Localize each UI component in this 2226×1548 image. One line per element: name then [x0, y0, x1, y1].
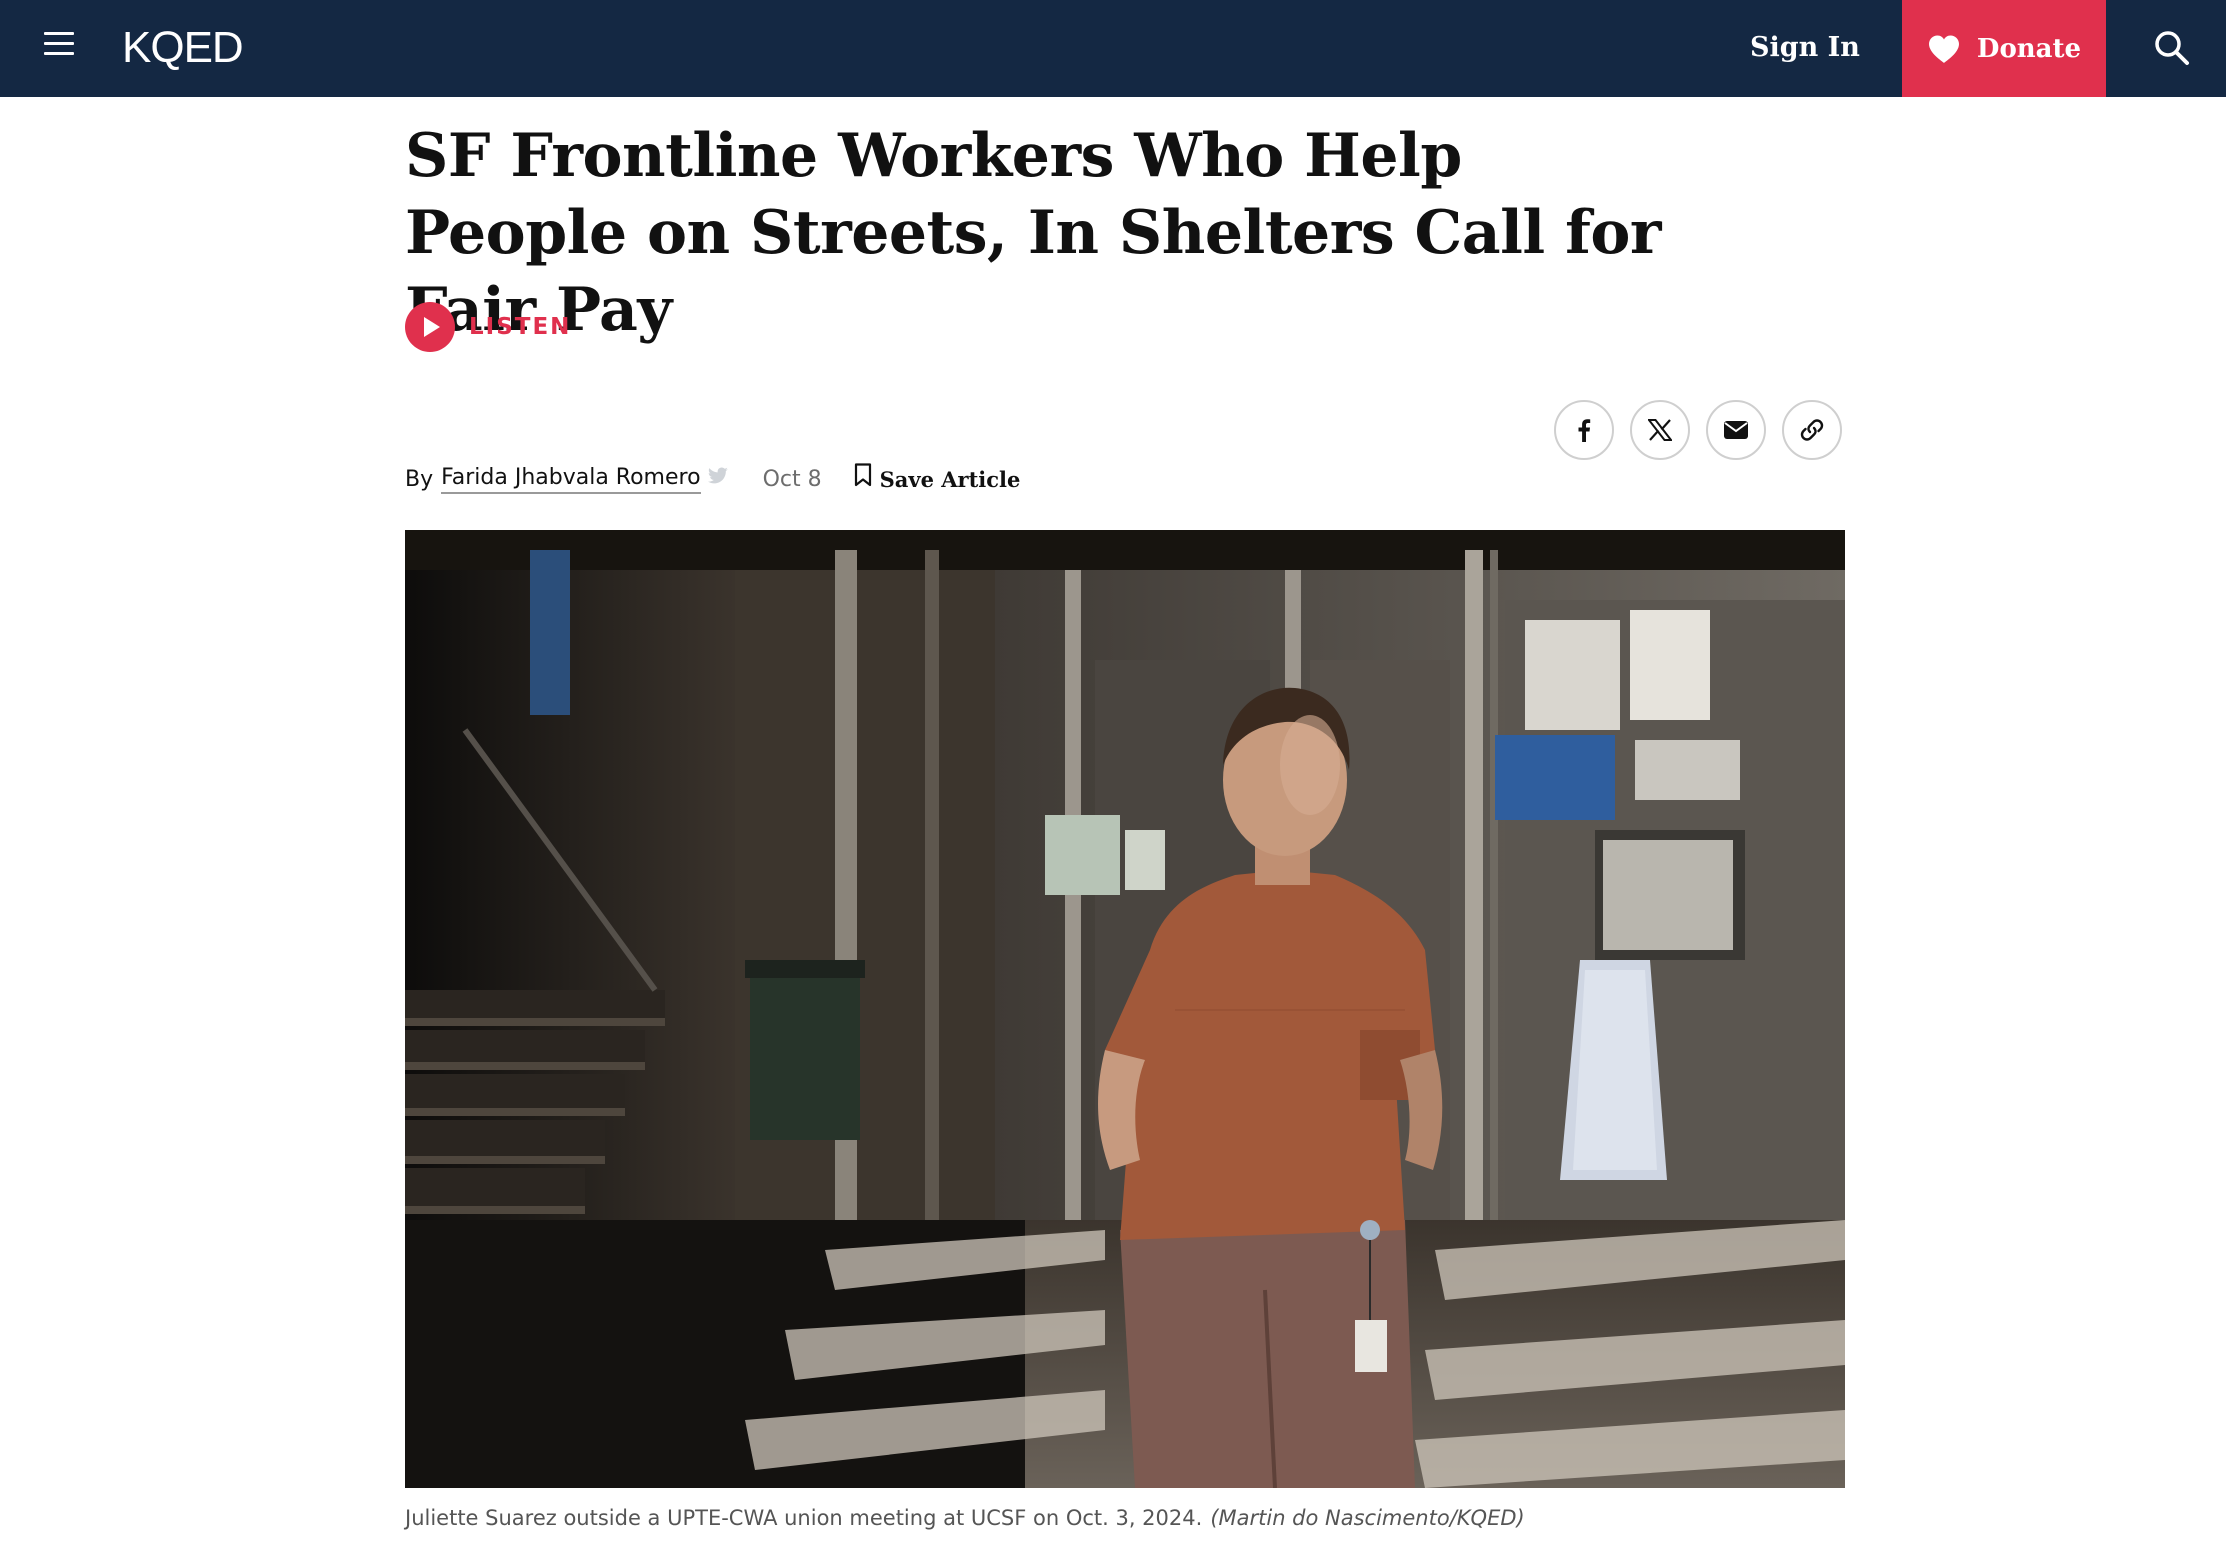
search-icon[interactable]	[2152, 28, 2192, 68]
sign-in-link[interactable]: Sign In	[1750, 26, 1860, 70]
article-headline: SF Frontline Workers Who Help People on …	[405, 121, 1662, 345]
copy-link-button[interactable]	[1782, 400, 1842, 460]
share-facebook-button[interactable]	[1554, 400, 1614, 460]
heart-icon	[1928, 35, 1959, 63]
byline-prefix: By	[405, 466, 434, 492]
photo-caption: Juliette Suarez outside a UPTE-CWA union…	[405, 1502, 1525, 1534]
donate-label: Donate	[1976, 33, 2082, 64]
twitter-bird-icon[interactable]	[707, 467, 729, 485]
share-email-button[interactable]	[1706, 400, 1766, 460]
play-icon	[405, 302, 455, 352]
save-article-button[interactable]: Save Article	[880, 467, 1021, 492]
bookmark-icon[interactable]	[854, 463, 872, 487]
x-icon	[1648, 419, 1672, 441]
kqed-logo[interactable]: KQED	[122, 22, 244, 74]
article-byline: By Farida Jhabvala Romero Oct 8 Save Art…	[405, 462, 1020, 496]
facebook-icon	[1578, 419, 1591, 442]
caption-text: Juliette Suarez outside a UPTE-CWA union…	[405, 1506, 1203, 1530]
email-icon	[1724, 421, 1748, 439]
listen-label: LISTEN	[469, 314, 572, 340]
author-link[interactable]: Farida Jhabvala Romero	[441, 465, 701, 494]
photo-credit: (Martin do Nascimento/KQED)	[1210, 1506, 1525, 1530]
listen-button[interactable]: LISTEN	[405, 302, 571, 352]
donate-button[interactable]: Donate	[1902, 0, 2106, 97]
article-lead-photo	[405, 530, 1845, 1488]
share-x-button[interactable]	[1630, 400, 1690, 460]
hamburger-menu-icon[interactable]	[44, 32, 74, 56]
top-navigation-bar: KQED Sign In Donate	[0, 0, 2226, 97]
publish-date: Oct 8	[762, 466, 822, 492]
link-icon	[1800, 419, 1824, 441]
